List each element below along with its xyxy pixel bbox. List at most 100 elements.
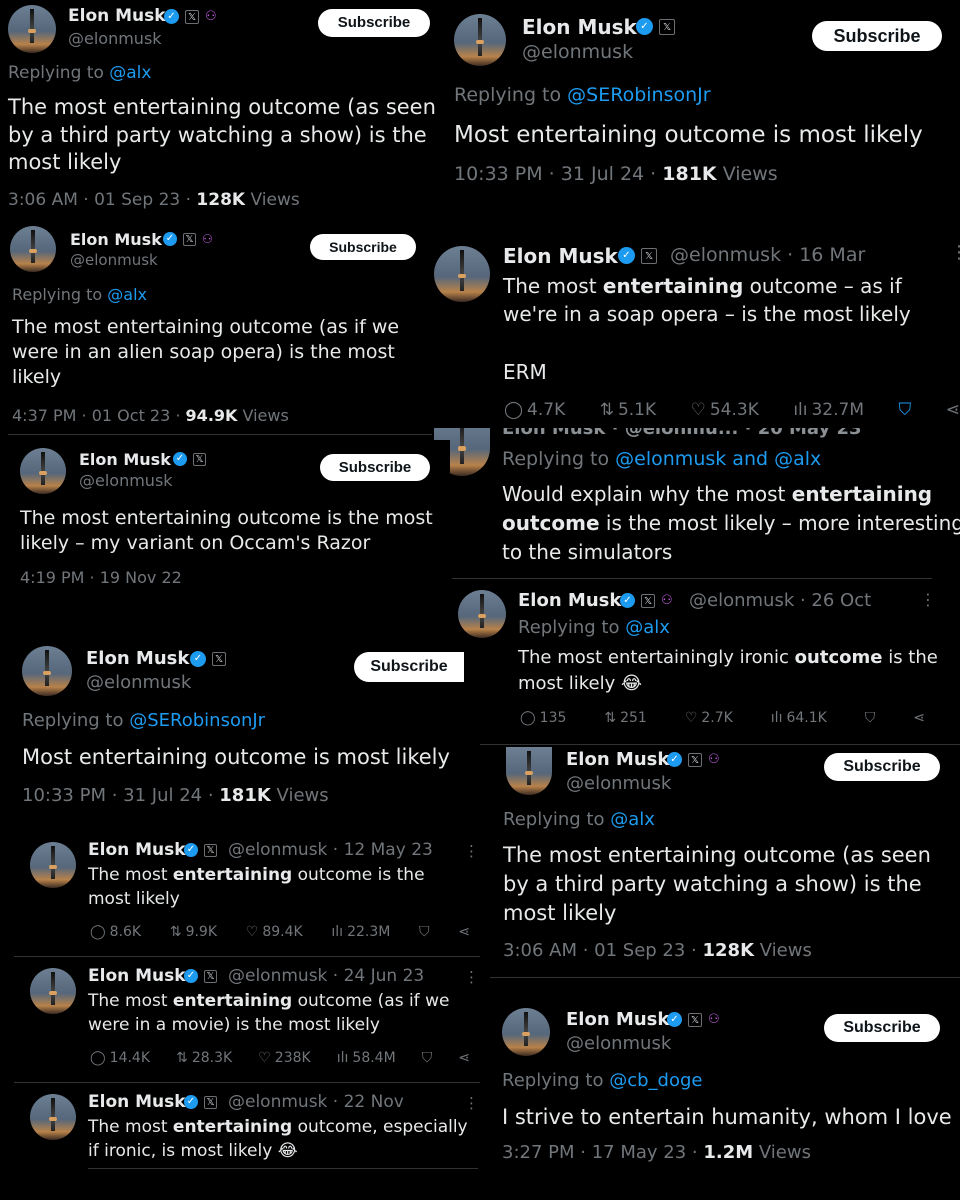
- author-handle[interactable]: @elonmusk: [70, 251, 158, 269]
- more-icon[interactable]: ⋮: [464, 1094, 479, 1112]
- like-button[interactable]: ♡ 238K: [258, 1050, 310, 1066]
- subscribe-button[interactable]: Subscribe: [310, 234, 416, 260]
- replying-link[interactable]: @alx: [610, 809, 655, 830]
- author-handle-date[interactable]: @elonmusk · 16 Mar: [670, 244, 865, 266]
- avatar[interactable]: [10, 226, 56, 272]
- avatar[interactable]: [454, 14, 506, 66]
- bookmark-icon: ⛉: [421, 1050, 433, 1066]
- tweet-card-10: Elon Musk ✓ 𝕏 @elonmusk · 12 May 23 ⋮ Th…: [14, 836, 480, 956]
- author-name[interactable]: Elon Musk: [86, 648, 189, 669]
- share-button[interactable]: ⋖: [913, 710, 925, 726]
- replying-link[interactable]: @SERobinsonJr: [129, 710, 265, 731]
- views-icon: ılı: [331, 924, 344, 940]
- timestamp[interactable]: 3:27 PM · 17 May 23 ·: [502, 1142, 703, 1163]
- timestamp[interactable]: 3:06 AM · 01 Sep 23 ·: [8, 190, 196, 210]
- author-handle-date[interactable]: @elonmusk · 22 Nov: [228, 1092, 404, 1112]
- avatar[interactable]: [502, 1008, 550, 1056]
- reply-button[interactable]: ◯ 135: [520, 710, 566, 726]
- bookmark-button[interactable]: ⛉: [419, 924, 430, 940]
- avatar[interactable]: [8, 5, 56, 53]
- more-icon[interactable]: ⋮: [950, 242, 960, 263]
- views-button[interactable]: ılı 58.4M: [337, 1050, 396, 1066]
- avatar[interactable]: [30, 842, 76, 888]
- views-button[interactable]: ılı 64.1K: [771, 710, 827, 726]
- tweet-text: The most entertaining outcome – as if we…: [503, 272, 958, 328]
- avatar[interactable]: [22, 646, 72, 696]
- author-name[interactable]: Elon Musk: [518, 590, 621, 611]
- author-name[interactable]: Elon Musk: [566, 1009, 669, 1030]
- author-handle[interactable]: @elonmusk: [566, 1033, 671, 1054]
- avatar[interactable]: [30, 1094, 76, 1140]
- replying-link[interactable]: @SERobinsonJr: [567, 84, 710, 106]
- repost-button[interactable]: ⇅ 5.1K: [600, 400, 656, 420]
- replying-link[interactable]: @elonmusk and @alx: [615, 448, 821, 470]
- bookmark-button[interactable]: ⛉: [422, 1050, 433, 1066]
- author-name[interactable]: Elon Musk: [522, 15, 637, 39]
- replying-link[interactable]: @cb_doge: [609, 1070, 702, 1091]
- text-part: The most: [88, 991, 173, 1011]
- view-count: 94.9K: [185, 406, 238, 425]
- repost-button[interactable]: ⇅ 28.3K: [176, 1050, 232, 1066]
- subscribe-button[interactable]: Subscribe: [824, 1014, 940, 1042]
- author-name[interactable]: Elon Musk: [566, 749, 669, 770]
- author-handle-date[interactable]: @elonmusk · 26 Oct: [689, 590, 871, 611]
- reply-button[interactable]: ◯ 14.4K: [90, 1050, 150, 1066]
- avatar[interactable]: [20, 448, 66, 494]
- author-handle[interactable]: @elonmusk: [522, 41, 633, 63]
- timestamp[interactable]: 10:33 PM · 31 Jul 24 ·: [22, 785, 219, 806]
- reply-button[interactable]: ◯ 4.7K: [504, 400, 565, 420]
- bookmark-button[interactable]: ⛉: [865, 710, 876, 726]
- view-count: 128K: [196, 190, 246, 210]
- tweet-card-12: Elon Musk ✓ 𝕏 ⚇ @elonmusk Subscribe Repl…: [490, 1000, 960, 1180]
- author-handle-date[interactable]: @elonmusk · 12 May 23: [228, 840, 433, 860]
- more-icon[interactable]: ⋮: [920, 590, 936, 609]
- avatar[interactable]: [30, 968, 76, 1014]
- views-button[interactable]: ılı 32.7M: [793, 400, 864, 420]
- author-handle[interactable]: @elonmusk: [86, 672, 191, 693]
- avatar[interactable]: [434, 246, 490, 302]
- repost-button[interactable]: ⇅ 251: [604, 710, 646, 726]
- verified-icon: ✓: [184, 969, 198, 983]
- author-handle[interactable]: @elonmusk: [566, 773, 671, 794]
- more-icon[interactable]: ⋮: [464, 968, 479, 986]
- author-name[interactable]: Elon Musk: [88, 1092, 186, 1112]
- x-logo-icon: 𝕏: [641, 593, 655, 608]
- share-button[interactable]: ⋖: [946, 400, 960, 420]
- subscribe-button[interactable]: Subscribe: [318, 9, 430, 37]
- bookmark-icon: ⛉: [419, 924, 430, 940]
- like-button[interactable]: ♡ 89.4K: [246, 924, 303, 940]
- author-handle-date[interactable]: @elonmusk · 24 Jun 23: [228, 966, 424, 986]
- avatar[interactable]: [458, 590, 506, 638]
- author-name[interactable]: Elon Musk: [88, 840, 186, 860]
- author-name[interactable]: Elon Musk: [68, 6, 166, 26]
- replying-link[interactable]: @alx: [107, 285, 147, 304]
- tweet-meta[interactable]: 4:19 PM · 19 Nov 22: [20, 568, 182, 587]
- author-name[interactable]: Elon Musk: [70, 230, 162, 249]
- bookmark-button[interactable]: ⛉: [898, 400, 911, 420]
- tweet-meta: 3:06 AM · 01 Sep 23 · 128K Views: [503, 940, 812, 961]
- timestamp[interactable]: 4:37 PM · 01 Oct 23 ·: [12, 406, 186, 425]
- share-icon: ⋖: [458, 924, 470, 940]
- repost-button[interactable]: ⇅ 9.9K: [170, 924, 217, 940]
- timestamp[interactable]: 3:06 AM · 01 Sep 23 ·: [503, 940, 703, 961]
- more-icon[interactable]: ⋮: [464, 842, 479, 860]
- share-button[interactable]: ⋖: [458, 1050, 470, 1066]
- author-handle[interactable]: @elonmusk: [79, 471, 173, 490]
- views-button[interactable]: ılı 22.3M: [331, 924, 390, 940]
- like-button[interactable]: ♡ 2.7K: [685, 710, 733, 726]
- subscribe-button[interactable]: Subscribe: [320, 454, 430, 481]
- author-name[interactable]: Elon Musk: [88, 966, 186, 986]
- subscribe-button[interactable]: Subscribe: [812, 21, 942, 51]
- replying-link[interactable]: @alx: [625, 617, 670, 638]
- subscribe-button[interactable]: Subscribe: [354, 652, 464, 682]
- share-button[interactable]: ⋖: [458, 924, 470, 940]
- author-name[interactable]: Elon Musk: [503, 244, 618, 268]
- subscribe-button[interactable]: Subscribe: [824, 753, 940, 781]
- replying-link[interactable]: @alx: [109, 63, 151, 83]
- like-button[interactable]: ♡ 54.3K: [691, 400, 759, 420]
- avatar[interactable]: [506, 747, 552, 795]
- timestamp[interactable]: 10:33 PM · 31 Jul 24 ·: [454, 163, 662, 185]
- author-name[interactable]: Elon Musk: [79, 450, 171, 469]
- reply-button[interactable]: ◯ 8.6K: [90, 924, 141, 940]
- author-handle[interactable]: @elonmusk: [68, 29, 162, 48]
